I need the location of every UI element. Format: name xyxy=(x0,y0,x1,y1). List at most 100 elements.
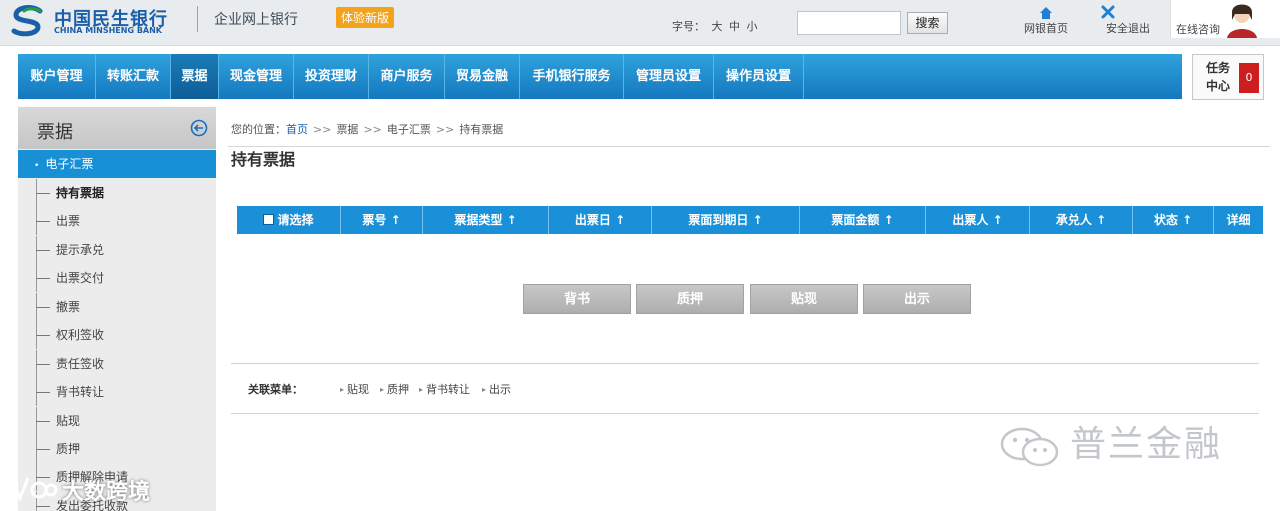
nav-mobile-banking[interactable]: 手机银行服务 xyxy=(520,54,624,99)
task-center[interactable]: 任务中心 0 xyxy=(1192,54,1264,100)
related-menu-bottom-divider xyxy=(231,413,1259,414)
related-link-discount[interactable]: ▸ 贴现 xyxy=(340,381,369,397)
sidebar-item-label: 贴现 xyxy=(56,414,81,428)
column-bill-number[interactable]: 票号 ↑ xyxy=(341,206,423,234)
column-label: 出票人 xyxy=(952,213,989,227)
minsheng-logo-icon xyxy=(11,5,43,37)
column-label: 票据类型 xyxy=(454,213,503,227)
breadcrumb-current: 持有票据 xyxy=(459,123,504,136)
search-input[interactable] xyxy=(797,11,901,35)
sidebar-item-label: 出票 xyxy=(56,214,81,228)
discount-button[interactable]: 贴现 xyxy=(750,284,858,314)
column-label: 状态 xyxy=(1153,213,1178,227)
sort-up-icon: ↑ xyxy=(506,213,517,227)
nav-transfer[interactable]: 转账汇款 xyxy=(96,54,171,99)
sort-up-icon: ↑ xyxy=(615,213,626,227)
nav-admin-settings[interactable]: 管理员设置 xyxy=(624,54,714,99)
column-label: 详细 xyxy=(1226,213,1251,227)
related-link-label: 背书转让 xyxy=(426,383,471,396)
online-consult[interactable]: 在线咨询 xyxy=(1170,0,1280,38)
breadcrumb-separator: >> xyxy=(313,123,332,136)
font-size-large[interactable]: 大 xyxy=(712,20,723,33)
column-drawer[interactable]: 出票人 ↑ xyxy=(926,206,1030,234)
logout-link-label: 安全退出 xyxy=(1106,22,1150,35)
pledge-button[interactable]: 质押 xyxy=(636,284,744,314)
breadcrumb-home[interactable]: 首页 xyxy=(286,123,308,136)
nav-merchant-services[interactable]: 商户服务 xyxy=(369,54,445,99)
page-title: 持有票据 xyxy=(231,150,296,169)
select-all-column[interactable]: 请选择 xyxy=(237,206,341,234)
column-status[interactable]: 状态 ↑ xyxy=(1133,206,1214,234)
header-divider xyxy=(197,6,198,32)
sidebar-item-endorsement[interactable]: 背书转让 xyxy=(18,378,216,406)
bank-logo[interactable]: 中国民生银行 CHINA MINSHENG BANK xyxy=(10,3,200,43)
search-button[interactable]: 搜索 xyxy=(907,12,948,34)
sidebar-item-cancel[interactable]: 撤票 xyxy=(18,293,216,321)
task-count-badge: 0 xyxy=(1239,63,1259,93)
sidebar-item-label: 背书转让 xyxy=(56,385,105,399)
sidebar-item-rights-receipt[interactable]: 权利签收 xyxy=(18,321,216,349)
new-version-badge[interactable]: 体验新版 xyxy=(336,7,395,28)
nav-investment[interactable]: 投资理财 xyxy=(294,54,369,99)
related-menu-divider xyxy=(231,363,1259,364)
arrow-right-icon: ▸ xyxy=(419,385,424,394)
watermark-text: 普兰金融 xyxy=(1070,424,1223,465)
nav-trade-finance[interactable]: 贸易金融 xyxy=(445,54,520,99)
column-face-amount[interactable]: 票面金额 ↑ xyxy=(800,206,926,234)
select-all-checkbox[interactable] xyxy=(263,214,275,225)
nav-cash-management[interactable]: 现金管理 xyxy=(219,54,294,99)
column-bill-type[interactable]: 票据类型 ↑ xyxy=(423,206,549,234)
endorse-button[interactable]: 背书 xyxy=(523,284,631,314)
sidebar-item-label: 质押 xyxy=(56,442,81,456)
task-center-label: 任务中心 xyxy=(1205,61,1230,93)
sidebar-item-discount[interactable]: 贴现 xyxy=(18,407,216,435)
related-link-endorsement[interactable]: ▸ 背书转让 xyxy=(419,381,470,397)
sidebar-item-label: 提示承兑 xyxy=(56,243,105,257)
breadcrumb-item[interactable]: 电子汇票 xyxy=(387,123,431,136)
sidebar-group-label: 电子汇票 xyxy=(45,157,94,171)
breadcrumb-item[interactable]: 票据 xyxy=(336,123,358,136)
sidebar-item-issue-delivery[interactable]: 出票交付 xyxy=(18,264,216,292)
nav-bills[interactable]: 票据 xyxy=(171,54,219,99)
sidebar-item-liability-receipt[interactable]: 责任签收 xyxy=(18,350,216,378)
related-link-pledge[interactable]: ▸ 质押 xyxy=(380,381,409,397)
logout-link[interactable]: 安全退出 xyxy=(1100,4,1156,36)
column-maturity-date[interactable]: 票面到期日 ↑ xyxy=(652,206,800,234)
sidebar-item-held-bills[interactable]: 持有票据 xyxy=(18,179,216,207)
related-link-present[interactable]: ▸ 出示 xyxy=(482,381,511,397)
product-subtitle: 企业网上银行 xyxy=(214,12,298,28)
home-link[interactable]: 网银首页 xyxy=(1020,4,1072,36)
related-menu-label: 关联菜单： xyxy=(248,383,303,396)
bills-table-header: 请选择 票号 ↑ 票据类型 ↑ 出票日 ↑ 票面到期日 ↑ 票面金额 ↑ 出票人… xyxy=(237,206,1263,234)
bank-name-en: CHINA MINSHENG BANK xyxy=(54,26,162,35)
sidebar-item-pledge[interactable]: 质押 xyxy=(18,435,216,463)
collapse-arrow-icon[interactable] xyxy=(190,119,208,137)
font-size-switcher: 字号： 大 中 小 xyxy=(672,18,761,34)
agent-avatar-icon xyxy=(1227,4,1257,38)
sidebar-title: 票据 xyxy=(37,122,73,143)
select-all-label: 请选择 xyxy=(277,213,314,227)
sidebar-item-label: 持有票据 xyxy=(56,186,105,200)
column-acceptor[interactable]: 承兑人 ↑ xyxy=(1030,206,1133,234)
font-size-label: 字号： xyxy=(672,20,705,33)
nav-account-management[interactable]: 账户管理 xyxy=(18,54,96,99)
font-size-medium[interactable]: 中 xyxy=(729,20,740,33)
sidebar-group-e-draft[interactable]: • 电子汇票 xyxy=(18,150,216,178)
column-issue-date[interactable]: 出票日 ↑ xyxy=(549,206,652,234)
sidebar-item-label: 责任签收 xyxy=(56,357,105,371)
nav-operator-settings[interactable]: 操作员设置 xyxy=(714,54,804,99)
sidebar-item-acceptance-prompt[interactable]: 提示承兑 xyxy=(18,236,216,264)
sort-up-icon: ↑ xyxy=(1096,213,1107,227)
font-size-small[interactable]: 小 xyxy=(747,20,758,33)
present-button[interactable]: 出示 xyxy=(863,284,971,314)
sidebar-item-label: 权利签收 xyxy=(56,328,105,342)
sort-up-icon: ↑ xyxy=(752,213,763,227)
column-label: 承兑人 xyxy=(1055,213,1092,227)
breadcrumb-prefix: 您的位置： xyxy=(231,123,286,136)
column-detail: 详细 xyxy=(1214,206,1263,234)
sidebar-header: 票据 xyxy=(18,107,216,149)
close-icon xyxy=(1101,5,1115,19)
related-link-label: 质押 xyxy=(387,383,410,396)
sidebar-item-issue[interactable]: 出票 xyxy=(18,207,216,235)
watermark-text-2: 大数跨境 xyxy=(62,480,151,505)
